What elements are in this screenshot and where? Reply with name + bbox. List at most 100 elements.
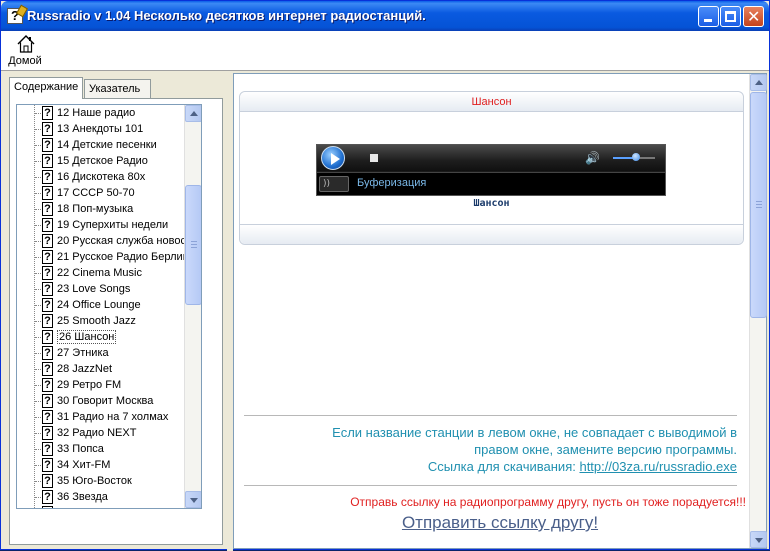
tree-item[interactable]: ? 29 Ретро FM	[17, 377, 201, 393]
tree-item[interactable]: ? 13 Анекдоты 101	[17, 121, 201, 137]
home-button[interactable]: Домой	[5, 32, 45, 70]
download-link[interactable]: http://03za.ru/russradio.exe	[579, 459, 737, 474]
tab-panel: ? 12 Наше радио? 13 Анекдоты 101? 14 Детски…	[9, 98, 223, 545]
tree-item[interactable]: ? 15 Детское Радио	[17, 153, 201, 169]
station-caption: Шансон	[473, 198, 510, 209]
navigation-pane: Содержание Указатель ? 12 Наше радио? 13 А…	[3, 73, 227, 549]
help-topic-icon: ?	[42, 314, 53, 328]
title-bar[interactable]: ? Russradio v 1.04 Несколько десятков ин…	[1, 1, 769, 31]
divider	[244, 415, 737, 416]
tree-item[interactable]: ? 36 Звезда	[17, 489, 201, 505]
tree-connector	[35, 273, 41, 274]
tree-item-label: 37 Ethno	[57, 507, 101, 508]
tree-item[interactable]: ? 19 Суперхиты недели	[17, 217, 201, 233]
tree-item[interactable]: ? 20 Русская служба новостей	[17, 233, 202, 249]
tree-connector	[35, 433, 41, 434]
content-pane: Шансон 🔊 )) Буферизация Шансон Если назв…	[233, 73, 767, 549]
tree-item[interactable]: ? 30 Говорит Москва	[17, 393, 201, 409]
tree-item[interactable]: ? 21 Русское Радио Берлин - Бра	[17, 249, 201, 265]
tree-scrollbar[interactable]	[184, 105, 201, 508]
help-topic-icon: ?	[42, 250, 53, 264]
tree-connector	[35, 225, 41, 226]
tree-item-label: 23 Love Songs	[57, 283, 131, 295]
help-topic-icon: ?	[42, 154, 53, 168]
help-topic-icon: ?	[42, 490, 53, 504]
volume-slider[interactable]	[613, 153, 655, 161]
tree-item-label: 33 Попса	[57, 443, 104, 455]
close-button[interactable]: ✕	[743, 6, 764, 27]
tree-item[interactable]: ? 27 Этника	[17, 345, 201, 361]
tree-item-label: 20 Русская служба новостей	[57, 235, 202, 247]
help-topic-icon: ?	[42, 170, 53, 184]
play-button[interactable]	[321, 146, 345, 170]
tree-connector	[35, 241, 41, 242]
tree-item[interactable]: ? 26 Шансон	[17, 329, 201, 345]
tree-connector	[35, 417, 41, 418]
tree-item[interactable]: ? 14 Детские песенки	[17, 137, 201, 153]
tree-rows: ? 12 Наше радио? 13 Анекдоты 101? 14 Детски…	[17, 105, 202, 508]
help-topic-icon: ?	[42, 410, 53, 424]
tree-item[interactable]: ? 35 Юго-Восток	[17, 473, 201, 489]
toolbar: Домой	[1, 31, 769, 71]
grip-line	[756, 204, 762, 205]
content-scrollbar[interactable]	[749, 74, 767, 548]
tree-item[interactable]: ? 16 Дискотека 80х	[17, 169, 201, 185]
station-panel: Шансон 🔊 )) Буферизация Шансон	[239, 91, 744, 245]
tree-item[interactable]: ? 17 СССР 50-70	[17, 185, 201, 201]
content-scroll-down-button[interactable]	[750, 531, 767, 548]
help-topic-icon: ?	[42, 298, 53, 312]
help-topic-icon: ?	[42, 186, 53, 200]
help-file-icon[interactable]: ?	[7, 4, 28, 24]
content-scroll-up-button[interactable]	[750, 74, 767, 91]
help-topic-icon: ?	[42, 442, 53, 456]
tree-item[interactable]: ? 28 JazzNet	[17, 361, 201, 377]
volume-knob[interactable]	[632, 153, 641, 161]
contents-tree[interactable]: ? 12 Наше радио? 13 Анекдоты 101? 14 Детски…	[16, 104, 202, 509]
tree-item[interactable]: ? 37 Ethno	[17, 505, 201, 508]
help-topic-icon: ?	[42, 282, 53, 296]
tree-item[interactable]: ? 33 Попса	[17, 441, 201, 457]
maximize-button[interactable]	[720, 6, 741, 27]
grip-line	[191, 244, 197, 245]
tree-scroll-up-button[interactable]	[185, 105, 201, 122]
tree-item[interactable]: ? 24 Office Lounge	[17, 297, 201, 313]
tree-item-label: 28 JazzNet	[57, 363, 113, 375]
help-topic-icon: ?	[42, 362, 53, 376]
tab-index[interactable]: Указатель	[84, 79, 151, 99]
tree-item[interactable]: ? 18 Поп-музыка	[17, 201, 201, 217]
tree-connector	[35, 289, 41, 290]
tree-item[interactable]: ? 32 Радио NEXT	[17, 425, 201, 441]
station-footer	[240, 224, 743, 244]
tree-item[interactable]: ? 34 Хит-FM	[17, 457, 201, 473]
volume-icon[interactable]: 🔊	[585, 151, 601, 165]
content-scroll-thumb[interactable]	[750, 92, 767, 318]
tree-item[interactable]: ? 25 Smooth Jazz	[17, 313, 201, 329]
help-topic-icon: ?	[42, 506, 53, 508]
tree-connector	[35, 321, 41, 322]
tree-item-label: 13 Анекдоты 101	[57, 123, 144, 135]
tree-item-label: 19 Суперхиты недели	[57, 219, 169, 231]
divider	[244, 485, 737, 486]
tree-item-label: 29 Ретро FM	[57, 379, 122, 391]
tree-connector	[35, 337, 41, 338]
tree-item[interactable]: ? 31 Радио на 7 холмах	[17, 409, 201, 425]
tree-item-label: 34 Хит-FM	[57, 459, 111, 471]
tree-item[interactable]: ? 23 Love Songs	[17, 281, 201, 297]
stop-button[interactable]	[370, 154, 378, 162]
maximize-icon	[725, 11, 736, 22]
share-link[interactable]: Отправить ссылку другу!	[234, 513, 746, 533]
window-title: Russradio v 1.04 Несколько десятков инте…	[27, 8, 426, 23]
tab-contents[interactable]: Содержание	[9, 77, 83, 99]
media-player: 🔊 )) Буферизация	[316, 144, 666, 196]
help-topic-icon: ?	[42, 106, 53, 120]
tree-scroll-thumb[interactable]	[185, 185, 201, 305]
help-topic-icon: ?	[42, 202, 53, 216]
tree-scroll-down-button[interactable]	[185, 491, 201, 508]
tree-item[interactable]: ? 12 Наше радио	[17, 105, 201, 121]
minimize-button[interactable]	[698, 6, 719, 27]
player-status-bar: )) Буферизация	[317, 172, 665, 195]
buffering-icon: ))	[319, 176, 349, 192]
grip-line	[756, 207, 762, 208]
help-topic-icon: ?	[42, 378, 53, 392]
tree-item[interactable]: ? 22 Cinema Music	[17, 265, 201, 281]
